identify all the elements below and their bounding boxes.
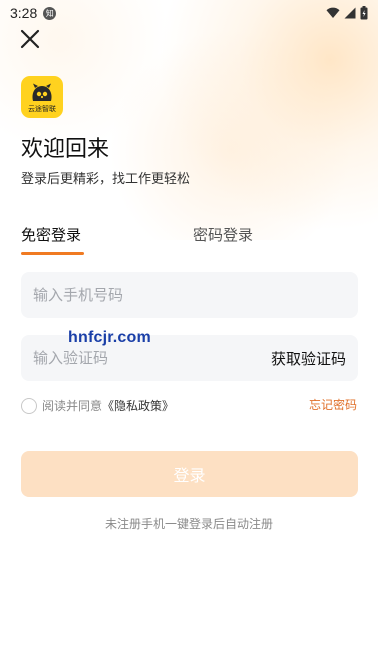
close-icon [20, 29, 40, 49]
login-button[interactable]: 登录 [21, 451, 358, 497]
battery-icon [360, 6, 368, 20]
tab-password-login[interactable]: 密码登录 [193, 224, 253, 245]
active-tab-indicator [21, 252, 84, 255]
agreement-prefix: 阅读并同意 [42, 399, 103, 413]
background-glow [0, 0, 378, 240]
phone-input[interactable] [33, 286, 346, 304]
privacy-policy-link[interactable]: 《隐私政策》 [102, 397, 174, 414]
agreement-checkbox[interactable] [21, 397, 37, 414]
status-bar: 3:28 知 [0, 0, 378, 26]
auto-register-note: 未注册手机一键登录后自动注册 [104, 517, 273, 531]
logo-text: 云途智联 [28, 105, 56, 113]
tab-passwordless-login[interactable]: 免密登录 [21, 224, 81, 245]
logo-mascot-icon [32, 83, 52, 101]
verification-code-input[interactable] [33, 349, 263, 367]
page-subtitle: 登录后更精彩，找工作更轻松 [21, 172, 191, 187]
status-icons [326, 6, 368, 20]
app-logo: 云途智联 [21, 76, 63, 118]
signal-icon [344, 7, 356, 19]
close-button[interactable] [18, 27, 42, 51]
status-time: 3:28 [10, 5, 38, 21]
agreement-row: 阅读并同意 《隐私政策》 [21, 397, 174, 414]
page-title: 欢迎回来 [21, 137, 110, 162]
forgot-password-link[interactable]: 忘记密码 [309, 396, 357, 413]
wifi-icon [326, 7, 340, 18]
phone-field-container [21, 272, 358, 318]
get-code-button[interactable]: 获取验证码 [271, 348, 346, 369]
watermark-text: hnfcjr.com [68, 329, 151, 346]
notification-badge: 知 [43, 6, 57, 20]
